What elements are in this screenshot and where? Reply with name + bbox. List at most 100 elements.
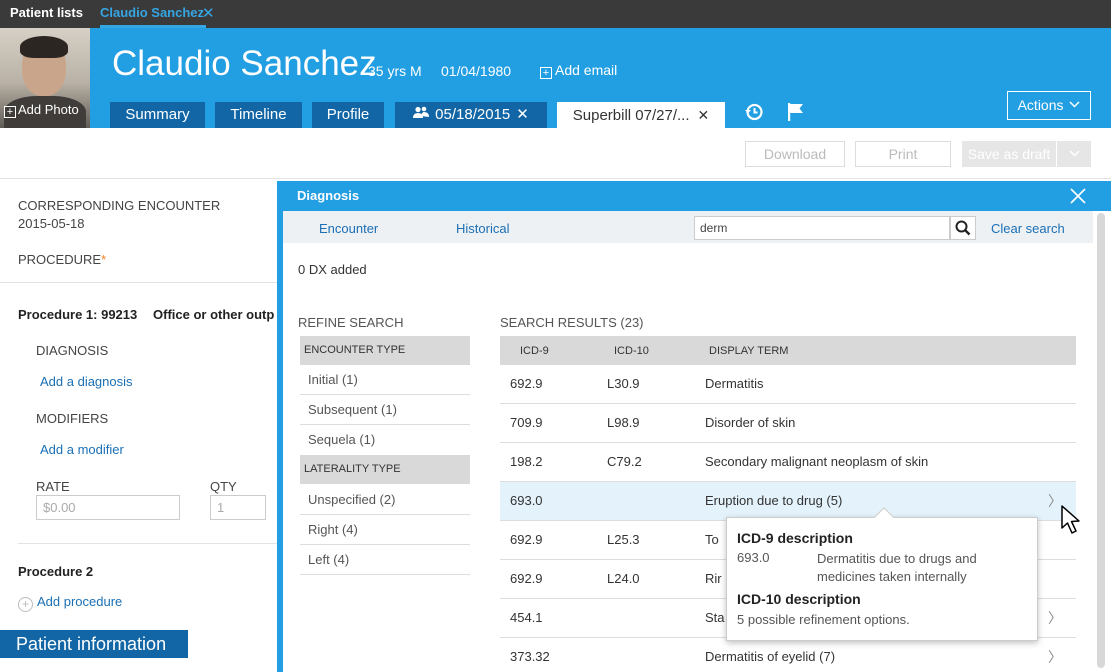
close-encounter-icon[interactable]: ✕ [516, 106, 529, 123]
history-icon[interactable] [744, 102, 764, 122]
procedure-1-description: Office or other outp [153, 307, 275, 322]
refine-item[interactable]: Unspecified (2) [300, 485, 470, 515]
table-row-highlighted[interactable]: 693.0 Eruption due to drug (5) 〉 [500, 482, 1076, 521]
refine-item[interactable]: Initial (1) [300, 365, 470, 395]
print-button[interactable]: Print [855, 141, 951, 167]
procedure-label: PROCEDURE* [18, 252, 106, 267]
refine-item[interactable]: Right (4) [300, 515, 470, 545]
diagnosis-panel: Diagnosis Encounter Historical Clear sea… [277, 181, 1111, 672]
rate-label: RATE [36, 479, 70, 494]
cell-icd9: 692.9 [510, 571, 543, 586]
patient-photo[interactable]: + Add Photo [0, 28, 90, 128]
patient-dob: 01/04/1980 [441, 63, 512, 79]
search-input[interactable] [694, 216, 950, 240]
refine-group-encounter-type: ENCOUNTER TYPE [300, 336, 470, 365]
scrollbar[interactable] [1097, 213, 1105, 668]
qty-input[interactable]: 1 [210, 495, 266, 520]
add-email-button[interactable]: + Add email [540, 62, 617, 79]
actions-dropdown[interactable]: Actions [1007, 91, 1091, 120]
plus-icon: + [540, 67, 552, 79]
cell-icd9: 693.0 [510, 493, 543, 508]
diagnosis-header: Diagnosis [283, 181, 1111, 211]
refine-item[interactable]: Left (4) [300, 545, 470, 575]
actions-label: Actions [1017, 97, 1064, 113]
tab-encounter-dx[interactable]: Encounter [319, 221, 378, 236]
chevron-right-icon[interactable]: 〉 [1048, 608, 1062, 628]
cell-term: To [705, 532, 719, 547]
search-button[interactable] [950, 216, 976, 240]
cell-icd9: 454.1 [510, 610, 543, 625]
refine-item[interactable]: Sequela (1) [300, 425, 470, 455]
rate-input[interactable]: $0.00 [36, 495, 180, 520]
cell-term: Eruption due to drug (5) [705, 493, 843, 508]
tab-encounter[interactable]: 05/18/2015 ✕ [395, 102, 547, 128]
cell-term: Dermatitis of eyelid (7) [705, 649, 836, 664]
dx-count: 0 DX added [298, 262, 367, 277]
save-options-dropdown[interactable] [1057, 141, 1091, 167]
code-description-tooltip: ICD-9 description 693.0 Dermatitis due t… [726, 507, 1038, 641]
patient-information-tab[interactable]: Patient information [0, 630, 188, 658]
chevron-down-icon [1069, 101, 1080, 108]
cell-icd10: L30.9 [607, 376, 640, 391]
encounter-date: 05/18/2015 [435, 106, 511, 123]
tab-historical[interactable]: Historical [456, 221, 509, 236]
toolbar-divider [0, 178, 1111, 179]
close-icon[interactable] [1069, 187, 1087, 205]
cell-icd10: L25.3 [607, 532, 640, 547]
clear-search-link[interactable]: Clear search [991, 221, 1065, 236]
table-row[interactable]: 692.9 L30.9 Dermatitis [500, 365, 1076, 404]
close-superbill-icon[interactable]: ✕ [698, 107, 710, 123]
icd10-description-title: ICD-10 description [737, 591, 861, 607]
cell-icd9: 373.32 [510, 649, 550, 664]
cell-icd10: C79.2 [607, 454, 642, 469]
patient-header: + Add Photo Claudio Sanchez 35 yrs M 01/0… [0, 28, 1111, 128]
photo-hair [20, 36, 68, 58]
tab-profile[interactable]: Profile [312, 102, 384, 128]
icd9-description-title: ICD-9 description [737, 530, 853, 546]
close-tab-icon[interactable]: ✕ [202, 4, 215, 22]
search-results-title: SEARCH RESULTS (23) [500, 315, 644, 330]
refine-item[interactable]: Subsequent (1) [300, 395, 470, 425]
download-button[interactable]: Download [745, 141, 845, 167]
tab-timeline[interactable]: Timeline [215, 102, 302, 128]
add-diagnosis-link[interactable]: Add a diagnosis [40, 374, 133, 389]
icd9-description: Dermatitis due to drugs and medicines ta… [817, 551, 977, 584]
add-procedure-label: Add procedure [37, 594, 123, 609]
mouse-cursor-icon [1061, 505, 1080, 534]
chevron-down-icon [1068, 150, 1080, 157]
tab-superbill[interactable]: Superbill 07/27/... ✕ [557, 102, 725, 128]
encounter-label: CORRESPONDING ENCOUNTER [18, 198, 221, 213]
results-header: ICD-9 ICD-10 DISPLAY TERM [500, 336, 1076, 365]
qty-label: QTY [210, 479, 237, 494]
tab-summary[interactable]: Summary [110, 102, 205, 128]
superbill-label: Superbill 07/27/... [572, 107, 690, 124]
cell-icd9: 709.9 [510, 415, 543, 430]
add-email-label: Add email [555, 62, 618, 78]
modifiers-label: MODIFIERS [36, 411, 109, 426]
tab-patient[interactable]: Claudio Sanchez [100, 0, 207, 28]
add-circle-icon: + [18, 597, 33, 612]
icd10-description: 5 possible refinement options. [737, 612, 910, 627]
cell-icd9: 692.9 [510, 532, 543, 547]
divider [18, 543, 277, 544]
icd9-code: 693.0 [737, 550, 770, 565]
chevron-right-icon[interactable]: 〉 [1048, 647, 1062, 667]
patient-name: Claudio Sanchez [112, 44, 377, 83]
tab-patient-lists[interactable]: Patient lists [10, 0, 83, 28]
flag-icon[interactable] [786, 102, 806, 122]
refine-search-title: REFINE SEARCH [298, 315, 404, 330]
superbill-form: CORRESPONDING ENCOUNTER 2015-05-18 PROCE… [0, 180, 277, 672]
add-photo-button[interactable]: + Add Photo [4, 102, 79, 118]
people-icon [413, 102, 430, 128]
cell-icd10: L98.9 [607, 415, 640, 430]
add-procedure-link[interactable]: + Add procedure [18, 594, 122, 612]
save-draft-button[interactable]: Save as draft [962, 141, 1056, 167]
cell-term: Rir [705, 571, 722, 586]
table-row[interactable]: 373.32 Dermatitis of eyelid (7) 〉 [500, 638, 1076, 672]
table-row[interactable]: 198.2 C79.2 Secondary malignant neoplasm… [500, 443, 1076, 482]
cell-term: Sta [705, 610, 725, 625]
col-display-term: DISPLAY TERM [709, 345, 789, 357]
add-modifier-link[interactable]: Add a modifier [40, 442, 124, 457]
cell-term: Secondary malignant neoplasm of skin [705, 454, 929, 469]
table-row[interactable]: 709.9 L98.9 Disorder of skin [500, 404, 1076, 443]
